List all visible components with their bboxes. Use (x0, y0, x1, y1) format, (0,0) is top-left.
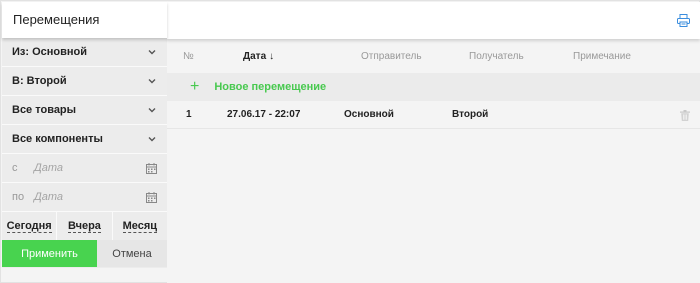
table-row[interactable]: 1 27.06.17 - 22:07 Основной Второй (167, 101, 700, 129)
table-header: № Дата ↓ Отправитель Получатель Примечани… (167, 39, 700, 73)
filter-products-select[interactable]: Все товары (2, 96, 167, 125)
column-recipient[interactable]: Получатель (469, 51, 573, 62)
date-to-field[interactable]: по Дата (2, 183, 167, 212)
row-date: 27.06.17 - 22:07 (227, 109, 301, 120)
quick-today-button[interactable]: Сегодня (2, 212, 58, 240)
date-from-placeholder: Дата (34, 162, 64, 174)
filter-target-label: В: Второй (12, 75, 67, 87)
new-transfer-label: Новое перемещение (214, 81, 327, 93)
chevron-down-icon (148, 79, 156, 84)
filter-source-select[interactable]: Из: Основной (2, 38, 167, 67)
column-number: № (183, 50, 194, 62)
filter-components-label: Все компоненты (12, 133, 103, 145)
column-date[interactable]: Дата ↓ (243, 51, 326, 62)
top-toolbar (167, 2, 700, 39)
page-title: Перемещения (2, 2, 167, 38)
date-to-placeholder: Дата (34, 191, 64, 203)
main-content: № Дата ↓ Отправитель Получатель Примечани… (167, 2, 700, 283)
chevron-down-icon (148, 50, 156, 55)
filter-target-select[interactable]: В: Второй (2, 67, 167, 96)
filter-source-label: Из: Основной (12, 46, 88, 58)
quick-yesterday-button[interactable]: Вчера (57, 212, 113, 240)
chevron-down-icon (148, 108, 156, 113)
filter-components-select[interactable]: Все компоненты (2, 125, 167, 154)
row-recipient: Второй (452, 109, 489, 120)
column-date-label: Дата (243, 50, 267, 62)
date-from-field[interactable]: с Дата (2, 154, 167, 183)
calendar-icon[interactable] (146, 162, 157, 174)
quick-month-label: Месяц (122, 219, 158, 233)
filter-actions: Применить Отмена (2, 240, 167, 267)
trash-icon[interactable] (680, 110, 690, 121)
row-number: 1 (186, 109, 192, 120)
date-to-prefix: по (12, 191, 25, 203)
new-transfer-button[interactable]: + Новое перемещение (167, 73, 700, 101)
date-from-prefix: с (12, 162, 18, 174)
quick-month-button[interactable]: Месяц (113, 212, 167, 240)
chevron-down-icon (148, 137, 156, 142)
sort-desc-icon: ↓ (269, 50, 275, 62)
cancel-button[interactable]: Отмена (97, 240, 167, 267)
quick-date-range: Сегодня Вчера Месяц (2, 212, 167, 240)
column-sender[interactable]: Отправитель (361, 51, 469, 62)
plus-icon: + (190, 78, 200, 95)
filter-products-label: Все товары (12, 104, 77, 116)
row-sender: Основной (344, 109, 394, 120)
app-frame: Перемещения Из: Основной В: Второй Все т… (0, 0, 700, 283)
print-icon[interactable] (677, 14, 690, 27)
quick-yesterday-label: Вчера (68, 219, 101, 233)
apply-button[interactable]: Применить (2, 240, 97, 267)
calendar-icon[interactable] (146, 191, 157, 203)
filter-sidebar: Перемещения Из: Основной В: Второй Все т… (2, 2, 167, 268)
column-note: Примечание (573, 50, 631, 62)
quick-today-label: Сегодня (6, 219, 52, 233)
